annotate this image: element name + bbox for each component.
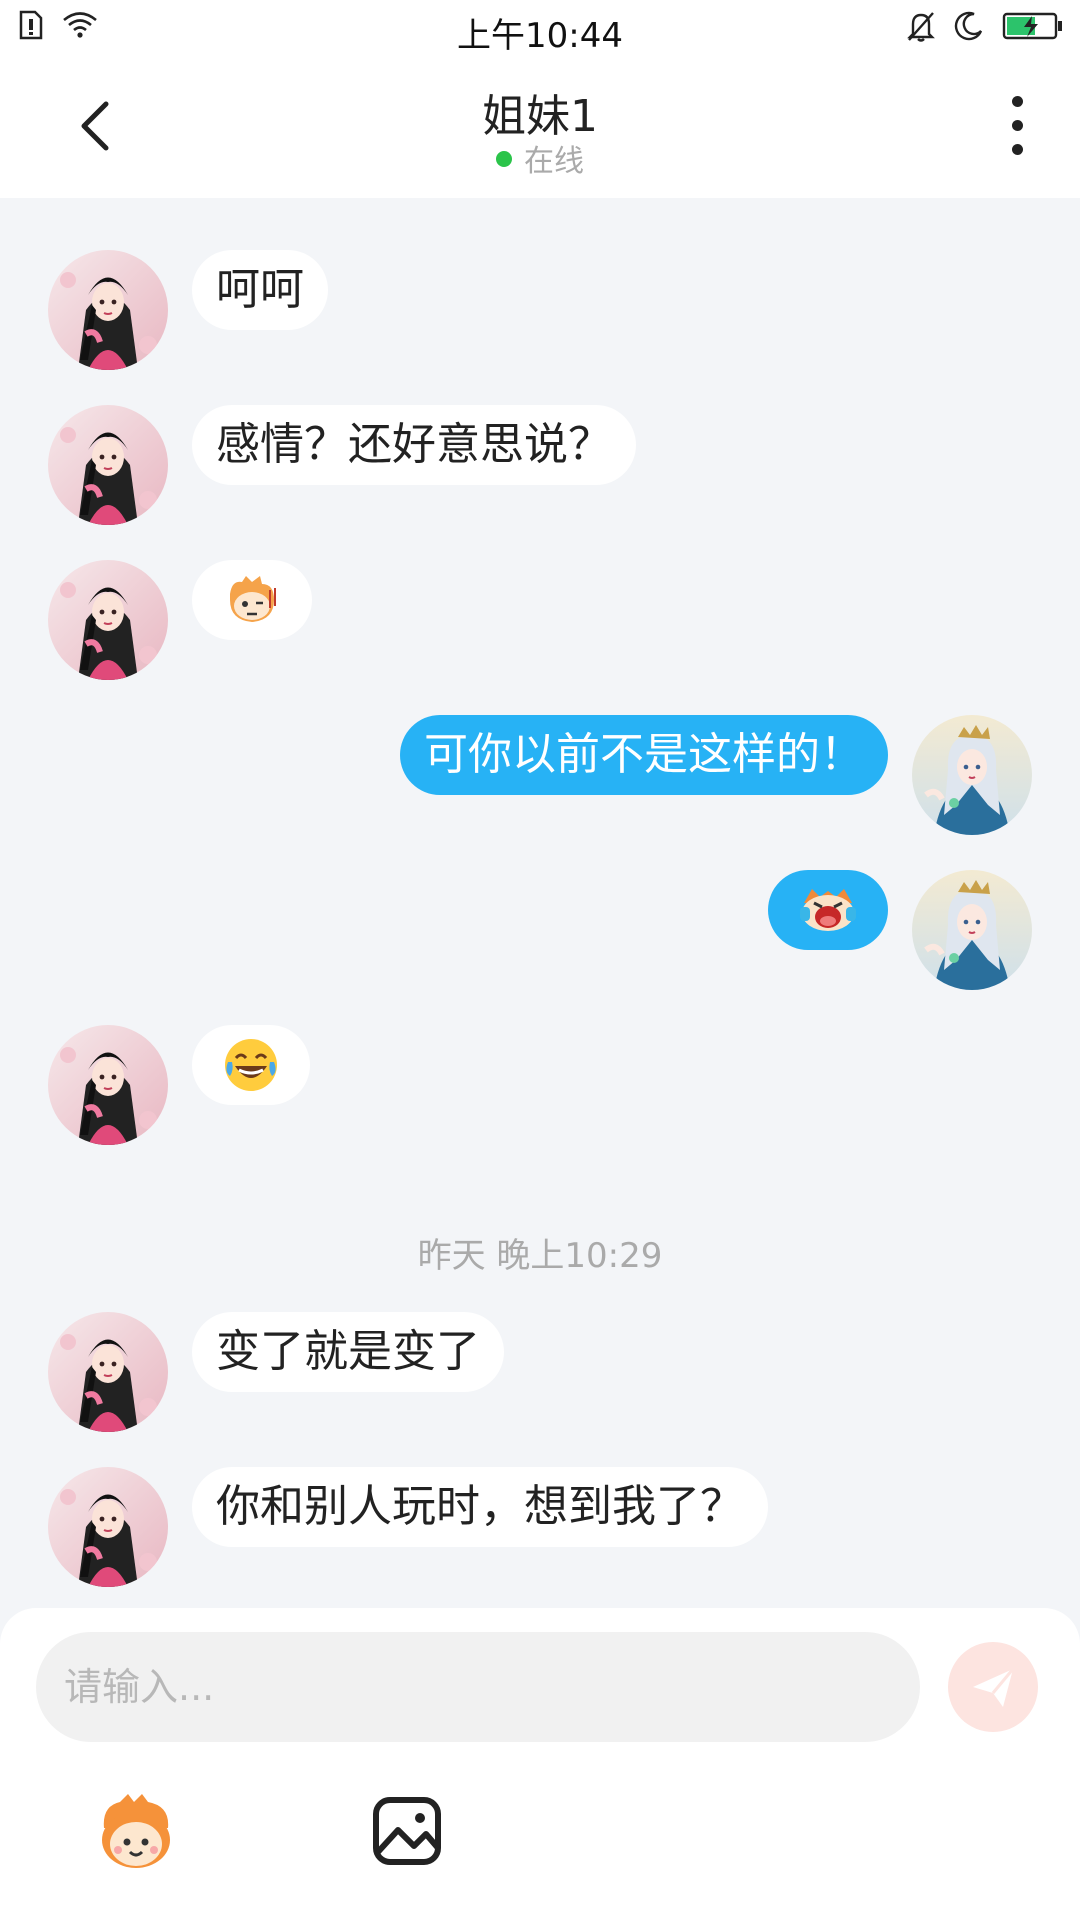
message-bubble[interactable]: 呵呵 — [192, 250, 328, 330]
image-button[interactable] — [368, 1792, 452, 1876]
message-bubble[interactable]: 感情？还好意思说？ — [192, 405, 636, 485]
chat-title: 姐妹1 — [482, 91, 598, 142]
message-row: 感情？还好意思说？ — [0, 405, 1080, 525]
battery-charging-icon — [1002, 12, 1062, 40]
message-bubble[interactable]: 变了就是变了 — [192, 1312, 504, 1392]
awkward-face-sticker — [230, 576, 276, 622]
more-vertical-icon — [1002, 96, 1032, 155]
chat-header: 姐妹1 在线 — [0, 56, 1080, 198]
chat-timestamp: 昨天 晚上10:29 — [417, 1236, 663, 1276]
more-options-button[interactable] — [1002, 96, 1032, 166]
image-icon — [373, 1797, 441, 1865]
online-status-text: 在线 — [524, 144, 584, 179]
message-row — [0, 560, 1080, 680]
message-bubble[interactable]: 可你以前不是这样的！ — [400, 715, 888, 795]
sticker-button[interactable] — [94, 1792, 178, 1876]
contact-avatar[interactable] — [48, 1312, 168, 1432]
send-icon — [973, 1668, 1015, 1707]
contact-avatar[interactable] — [48, 250, 168, 370]
input-panel — [0, 1608, 1080, 1920]
crying-face-sticker — [800, 889, 856, 931]
online-dot — [496, 150, 512, 167]
user-avatar[interactable] — [912, 870, 1032, 990]
contact-avatar[interactable] — [48, 1467, 168, 1587]
message-row — [0, 1025, 1080, 1145]
status-right-icons — [906, 10, 1064, 42]
bell-off-icon — [907, 12, 935, 42]
sticker-bubble[interactable] — [192, 1025, 310, 1105]
send-button[interactable] — [948, 1642, 1038, 1732]
status-bar: 上午10:44 — [0, 0, 1080, 56]
message-row — [0, 870, 1080, 990]
message-row: 呵呵 — [0, 250, 1080, 370]
sticker-mascot-icon — [102, 1794, 170, 1868]
laugh-tears-emoji — [225, 1039, 277, 1091]
contact-avatar[interactable] — [48, 560, 168, 680]
sticker-bubble[interactable] — [768, 870, 888, 950]
contact-avatar[interactable] — [48, 405, 168, 525]
message-row: 变了就是变了 — [0, 1312, 1080, 1432]
contact-avatar[interactable] — [48, 1025, 168, 1145]
user-avatar[interactable] — [912, 715, 1032, 835]
moon-icon — [954, 11, 983, 41]
message-row: 你和别人玩时，想到我了？ — [0, 1467, 1080, 1587]
message-row: 可你以前不是这样的！ — [0, 715, 1080, 835]
message-bubble[interactable]: 你和别人玩时，想到我了？ — [192, 1467, 768, 1547]
online-status: 在线 — [0, 136, 1080, 180]
sticker-bubble[interactable] — [192, 560, 312, 640]
message-input[interactable] — [36, 1632, 920, 1742]
